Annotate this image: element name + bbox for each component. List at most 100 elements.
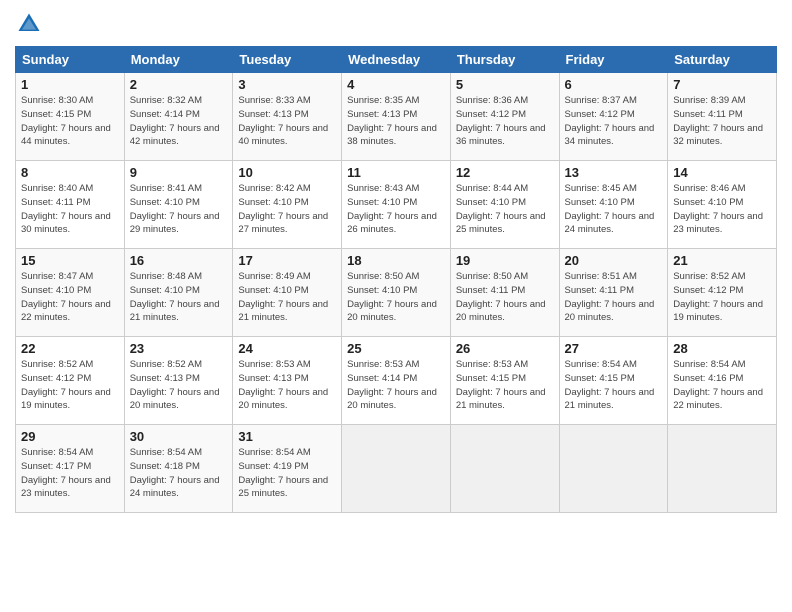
calendar-cell: 15 Sunrise: 8:47 AMSunset: 4:10 PMDayligh… <box>16 249 125 337</box>
day-info: Sunrise: 8:53 AMSunset: 4:13 PMDaylight:… <box>238 358 336 413</box>
calendar-week-2: 8 Sunrise: 8:40 AMSunset: 4:11 PMDaylight… <box>16 161 777 249</box>
day-info: Sunrise: 8:53 AMSunset: 4:14 PMDaylight:… <box>347 358 445 413</box>
calendar-cell: 22 Sunrise: 8:52 AMSunset: 4:12 PMDayligh… <box>16 337 125 425</box>
calendar-cell: 17Sunrise: 8:49 AMSunset: 4:10 PMDayligh… <box>233 249 342 337</box>
day-number: 3 <box>238 77 336 92</box>
calendar-cell <box>559 425 668 513</box>
weekday-header-tuesday: Tuesday <box>233 47 342 73</box>
day-info: Sunrise: 8:33 AMSunset: 4:13 PMDaylight:… <box>238 94 336 149</box>
logo <box>15 10 47 38</box>
day-info: Sunrise: 8:52 AMSunset: 4:12 PMDaylight:… <box>21 358 119 413</box>
day-info: Sunrise: 8:41 AMSunset: 4:10 PMDaylight:… <box>130 182 228 237</box>
day-info: Sunrise: 8:36 AMSunset: 4:12 PMDaylight:… <box>456 94 554 149</box>
calendar-cell: 1Sunrise: 8:30 AMSunset: 4:15 PMDaylight… <box>16 73 125 161</box>
day-number: 5 <box>456 77 554 92</box>
calendar-cell: 11 Sunrise: 8:43 AMSunset: 4:10 PMDayligh… <box>342 161 451 249</box>
day-number: 21 <box>673 253 771 268</box>
weekday-header-monday: Monday <box>124 47 233 73</box>
day-info: Sunrise: 8:46 AMSunset: 4:10 PMDaylight:… <box>673 182 771 237</box>
day-number: 4 <box>347 77 445 92</box>
weekday-header-friday: Friday <box>559 47 668 73</box>
day-number: 16 <box>130 253 228 268</box>
calendar-cell: 9Sunrise: 8:41 AMSunset: 4:10 PMDaylight… <box>124 161 233 249</box>
calendar-cell: 3 Sunrise: 8:33 AMSunset: 4:13 PMDaylight… <box>233 73 342 161</box>
day-number: 11 <box>347 165 445 180</box>
day-info: Sunrise: 8:39 AMSunset: 4:11 PMDaylight:… <box>673 94 771 149</box>
calendar-cell: 13 Sunrise: 8:45 AMSunset: 4:10 PMDayligh… <box>559 161 668 249</box>
day-number: 30 <box>130 429 228 444</box>
day-info: Sunrise: 8:45 AMSunset: 4:10 PMDaylight:… <box>565 182 663 237</box>
calendar-week-4: 22 Sunrise: 8:52 AMSunset: 4:12 PMDayligh… <box>16 337 777 425</box>
day-number: 22 <box>21 341 119 356</box>
day-info: Sunrise: 8:47 AMSunset: 4:10 PMDaylight:… <box>21 270 119 325</box>
day-info: Sunrise: 8:54 AMSunset: 4:17 PMDaylight:… <box>21 446 119 501</box>
day-number: 23 <box>130 341 228 356</box>
day-info: Sunrise: 8:52 AMSunset: 4:12 PMDaylight:… <box>673 270 771 325</box>
day-number: 25 <box>347 341 445 356</box>
calendar-cell: 21 Sunrise: 8:52 AMSunset: 4:12 PMDayligh… <box>668 249 777 337</box>
calendar-cell: 19 Sunrise: 8:50 AMSunset: 4:11 PMDayligh… <box>450 249 559 337</box>
day-info: Sunrise: 8:37 AMSunset: 4:12 PMDaylight:… <box>565 94 663 149</box>
calendar-cell: 23 Sunrise: 8:52 AMSunset: 4:13 PMDayligh… <box>124 337 233 425</box>
day-number: 2 <box>130 77 228 92</box>
day-info: Sunrise: 8:52 AMSunset: 4:13 PMDaylight:… <box>130 358 228 413</box>
weekday-header-thursday: Thursday <box>450 47 559 73</box>
calendar-cell: 7Sunrise: 8:39 AMSunset: 4:11 PMDaylight… <box>668 73 777 161</box>
calendar-cell: 28 Sunrise: 8:54 AMSunset: 4:16 PMDayligh… <box>668 337 777 425</box>
weekday-header-wednesday: Wednesday <box>342 47 451 73</box>
logo-icon <box>15 10 43 38</box>
calendar-cell: 18Sunrise: 8:50 AMSunset: 4:10 PMDayligh… <box>342 249 451 337</box>
weekday-header-sunday: Sunday <box>16 47 125 73</box>
day-info: Sunrise: 8:42 AMSunset: 4:10 PMDaylight:… <box>238 182 336 237</box>
day-number: 10 <box>238 165 336 180</box>
day-info: Sunrise: 8:35 AMSunset: 4:13 PMDaylight:… <box>347 94 445 149</box>
day-number: 13 <box>565 165 663 180</box>
calendar-cell: 24Sunrise: 8:53 AMSunset: 4:13 PMDayligh… <box>233 337 342 425</box>
calendar-week-1: 1Sunrise: 8:30 AMSunset: 4:15 PMDaylight… <box>16 73 777 161</box>
day-number: 15 <box>21 253 119 268</box>
day-info: Sunrise: 8:40 AMSunset: 4:11 PMDaylight:… <box>21 182 119 237</box>
calendar-cell: 8 Sunrise: 8:40 AMSunset: 4:11 PMDaylight… <box>16 161 125 249</box>
day-number: 1 <box>21 77 119 92</box>
day-number: 6 <box>565 77 663 92</box>
day-number: 31 <box>238 429 336 444</box>
calendar-cell: 6 Sunrise: 8:37 AMSunset: 4:12 PMDaylight… <box>559 73 668 161</box>
calendar-cell: 5 Sunrise: 8:36 AMSunset: 4:12 PMDaylight… <box>450 73 559 161</box>
day-number: 19 <box>456 253 554 268</box>
calendar-week-3: 15 Sunrise: 8:47 AMSunset: 4:10 PMDayligh… <box>16 249 777 337</box>
day-info: Sunrise: 8:44 AMSunset: 4:10 PMDaylight:… <box>456 182 554 237</box>
day-info: Sunrise: 8:53 AMSunset: 4:15 PMDaylight:… <box>456 358 554 413</box>
day-info: Sunrise: 8:32 AMSunset: 4:14 PMDaylight:… <box>130 94 228 149</box>
day-info: Sunrise: 8:54 AMSunset: 4:16 PMDaylight:… <box>673 358 771 413</box>
weekday-header-row: SundayMondayTuesdayWednesdayThursdayFrid… <box>16 47 777 73</box>
calendar-cell: 12 Sunrise: 8:44 AMSunset: 4:10 PMDayligh… <box>450 161 559 249</box>
calendar-cell: 2 Sunrise: 8:32 AMSunset: 4:14 PMDaylight… <box>124 73 233 161</box>
day-number: 28 <box>673 341 771 356</box>
day-info: Sunrise: 8:50 AMSunset: 4:11 PMDaylight:… <box>456 270 554 325</box>
calendar-table: SundayMondayTuesdayWednesdayThursdayFrid… <box>15 46 777 513</box>
calendar-cell: 26 Sunrise: 8:53 AMSunset: 4:15 PMDayligh… <box>450 337 559 425</box>
calendar-cell <box>342 425 451 513</box>
day-number: 26 <box>456 341 554 356</box>
calendar-cell <box>668 425 777 513</box>
day-info: Sunrise: 8:54 AMSunset: 4:15 PMDaylight:… <box>565 358 663 413</box>
day-number: 20 <box>565 253 663 268</box>
day-number: 8 <box>21 165 119 180</box>
calendar-cell: 25 Sunrise: 8:53 AMSunset: 4:14 PMDayligh… <box>342 337 451 425</box>
calendar-cell: 4 Sunrise: 8:35 AMSunset: 4:13 PMDaylight… <box>342 73 451 161</box>
day-number: 27 <box>565 341 663 356</box>
day-number: 17 <box>238 253 336 268</box>
day-info: Sunrise: 8:43 AMSunset: 4:10 PMDaylight:… <box>347 182 445 237</box>
calendar-cell: 31 Sunrise: 8:54 AMSunset: 4:19 PMDayligh… <box>233 425 342 513</box>
calendar-cell: 10 Sunrise: 8:42 AMSunset: 4:10 PMDayligh… <box>233 161 342 249</box>
day-info: Sunrise: 8:54 AMSunset: 4:18 PMDaylight:… <box>130 446 228 501</box>
day-number: 12 <box>456 165 554 180</box>
weekday-header-saturday: Saturday <box>668 47 777 73</box>
calendar-cell: 14 Sunrise: 8:46 AMSunset: 4:10 PMDayligh… <box>668 161 777 249</box>
day-info: Sunrise: 8:50 AMSunset: 4:10 PMDaylight:… <box>347 270 445 325</box>
calendar-week-5: 29 Sunrise: 8:54 AMSunset: 4:17 PMDayligh… <box>16 425 777 513</box>
day-info: Sunrise: 8:54 AMSunset: 4:19 PMDaylight:… <box>238 446 336 501</box>
day-number: 29 <box>21 429 119 444</box>
day-number: 14 <box>673 165 771 180</box>
calendar-cell: 20Sunrise: 8:51 AMSunset: 4:11 PMDayligh… <box>559 249 668 337</box>
